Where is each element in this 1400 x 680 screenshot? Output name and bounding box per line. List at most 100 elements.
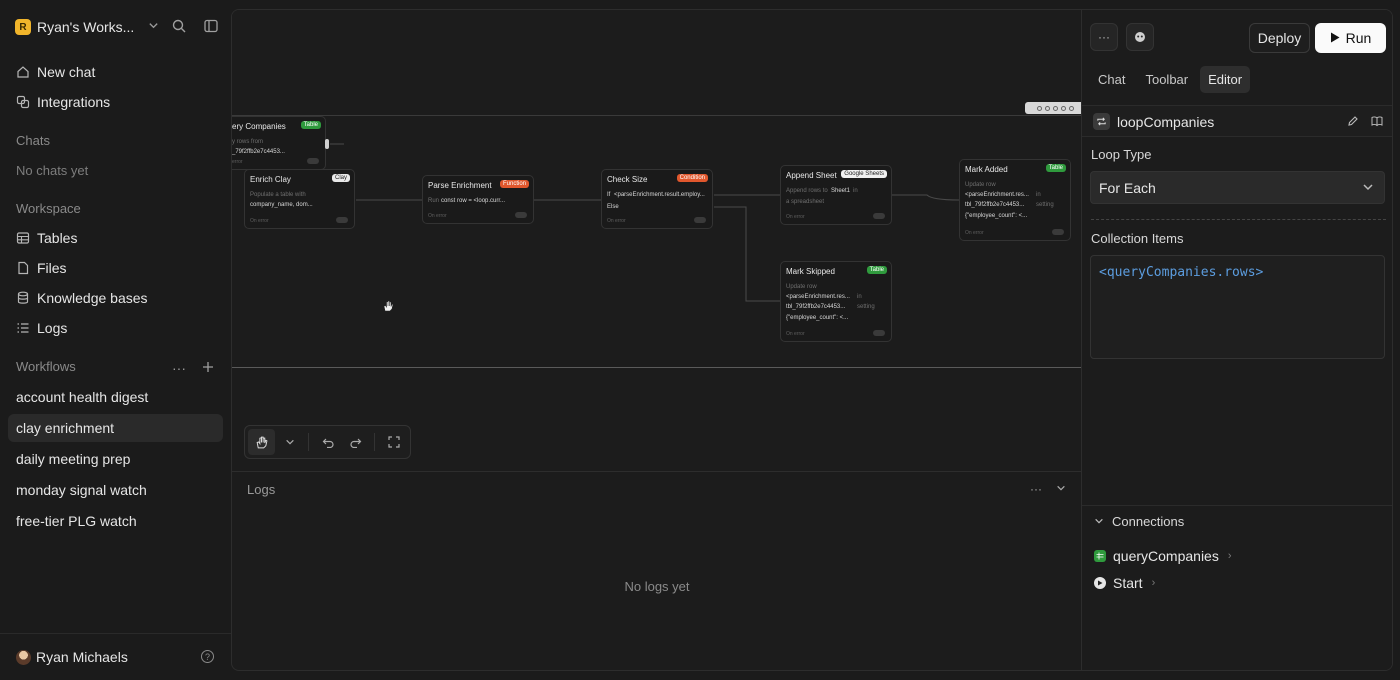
node-enrich-clay[interactable]: Enrich Clay Clay Populate a table with c… [244,169,355,229]
workflows-section-label: Workflows [16,359,76,374]
node-on-error: On error [428,213,447,219]
loop-icon [1093,113,1110,130]
chevron-right-icon: › [1151,577,1156,589]
connection-item[interactable]: Start › [1094,575,1155,591]
toolbar-divider [308,433,310,451]
loop-type-select[interactable]: For Each [1090,171,1385,204]
copilot-icon[interactable] [1126,23,1154,51]
nav-files[interactable]: Files [16,258,67,278]
node-line: {"employee_count": <... [786,315,849,321]
nav-knowledge-bases[interactable]: Knowledge bases [16,288,148,308]
node-query-companies[interactable]: ery Companies Table y rows from _79f2ffb… [232,116,326,170]
node-title: Mark Skipped [786,267,835,276]
run-button[interactable]: Run [1315,23,1386,53]
node-title: Parse Enrichment [428,181,492,190]
node-line: in [857,294,862,300]
docs-book-icon[interactable] [1371,115,1383,130]
workflow-item[interactable]: daily meeting prep [8,445,223,473]
collection-items-input[interactable]: <queryCompanies.rows> [1090,255,1385,359]
nav-label: Knowledge bases [37,290,148,306]
node-handle[interactable] [325,139,329,149]
workspace-switcher[interactable]: R Ryan's Works... [15,17,220,37]
node-toggle[interactable] [873,330,885,336]
canvas-toolbar [244,425,411,459]
fit-view-icon[interactable] [380,429,407,455]
node-mark-skipped[interactable]: Mark Skipped Table Update row <parseEnri… [780,261,892,342]
integrations-icon [16,95,30,109]
workflow-canvas[interactable]: ery Companies Table y rows from _79f2ffb… [232,10,1085,470]
undo-icon[interactable] [314,429,341,455]
node-toggle[interactable] [336,217,348,223]
node-line: company_name, dom... [250,202,313,208]
node-toggle[interactable] [1052,229,1064,235]
node-title: ery Companies [232,122,286,131]
tool-dropdown-chevron-icon[interactable] [277,429,304,455]
nav-new-chat[interactable]: New chat [16,62,95,82]
block-name[interactable]: loopCompanies [1117,114,1214,130]
app-root: R Ryan's Works... New chat Integrations … [0,0,1400,680]
node-check-size[interactable]: Check Size Condition If <parseEnrichment… [601,169,713,229]
play-icon [1330,30,1340,46]
database-icon [16,291,30,305]
toolbar-divider [374,433,376,451]
node-toggle[interactable] [873,213,885,219]
chevron-down-icon[interactable] [1056,482,1066,496]
connection-item[interactable]: queryCompanies › [1094,548,1232,564]
nav-tables[interactable]: Tables [16,228,77,248]
tab-editor[interactable]: Editor [1200,66,1251,93]
tab-chat[interactable]: Chat [1090,66,1133,93]
nav-label: Logs [37,320,68,336]
node-line: Populate a table with [250,192,306,198]
help-icon[interactable]: ? [201,650,214,663]
node-on-error: On error [786,214,805,220]
node-toggle[interactable] [515,212,527,218]
deploy-button[interactable]: Deploy [1249,23,1310,53]
loop-type-value: For Each [1099,179,1156,196]
edit-icon[interactable] [1347,115,1359,130]
workflows-actions: ··· [172,360,214,376]
node-tag: Google Sheets [841,170,887,178]
hand-tool-icon[interactable] [248,429,275,455]
chats-section-label: Chats [16,133,50,148]
node-on-error: On error [250,218,269,224]
node-mark-added[interactable]: Mark Added Table Update row <parseEnrich… [959,159,1071,241]
sidebar: R Ryan's Works... New chat Integrations … [0,0,231,680]
workflow-item[interactable]: free-tier PLG watch [8,507,223,535]
nav-integrations[interactable]: Integrations [16,92,110,112]
more-options-button[interactable]: ··· [1090,23,1118,51]
workspace-name: Ryan's Works... [37,19,135,35]
connections-label: Connections [1112,514,1185,529]
file-icon [16,261,30,275]
node-line: in [853,188,858,194]
start-icon [1094,577,1106,589]
node-parse-enrichment[interactable]: Parse Enrichment Function Run const row … [422,175,534,224]
more-icon[interactable]: ··· [1030,482,1042,496]
more-icon[interactable]: ··· [172,360,186,376]
connection-label: Start [1113,575,1143,591]
node-toggle[interactable] [694,217,706,223]
node-line: Append rows to [786,188,828,194]
divider [1091,219,1386,220]
connections-toggle[interactable]: Connections [1094,514,1184,529]
workflow-item[interactable]: monday signal watch [8,476,223,504]
workflow-item-active[interactable]: clay enrichment [8,414,223,442]
nav-logs[interactable]: Logs [16,318,67,338]
hand-cursor-icon [382,300,394,315]
table-icon [16,231,30,245]
run-label: Run [1345,30,1372,46]
node-append-sheet[interactable]: Append Sheet Google Sheets Append rows t… [780,165,892,225]
workflow-item[interactable]: account health digest [8,383,223,411]
avatar[interactable] [16,650,31,665]
user-name[interactable]: Ryan Michaels [36,649,128,665]
node-title: Mark Added [965,165,1008,174]
add-workflow-icon[interactable] [202,360,214,376]
node-toggle[interactable] [307,158,319,164]
redo-icon[interactable] [343,429,370,455]
sidebar-toggle-icon[interactable] [202,17,220,35]
node-line: tbl_79f2ffb2e7c4453... [965,202,1025,208]
search-icon[interactable] [170,17,188,35]
tab-toolbar[interactable]: Toolbar [1137,66,1196,93]
node-on-error: error [232,159,243,165]
collection-items-label: Collection Items [1091,231,1184,246]
node-line: y rows from [232,139,264,145]
